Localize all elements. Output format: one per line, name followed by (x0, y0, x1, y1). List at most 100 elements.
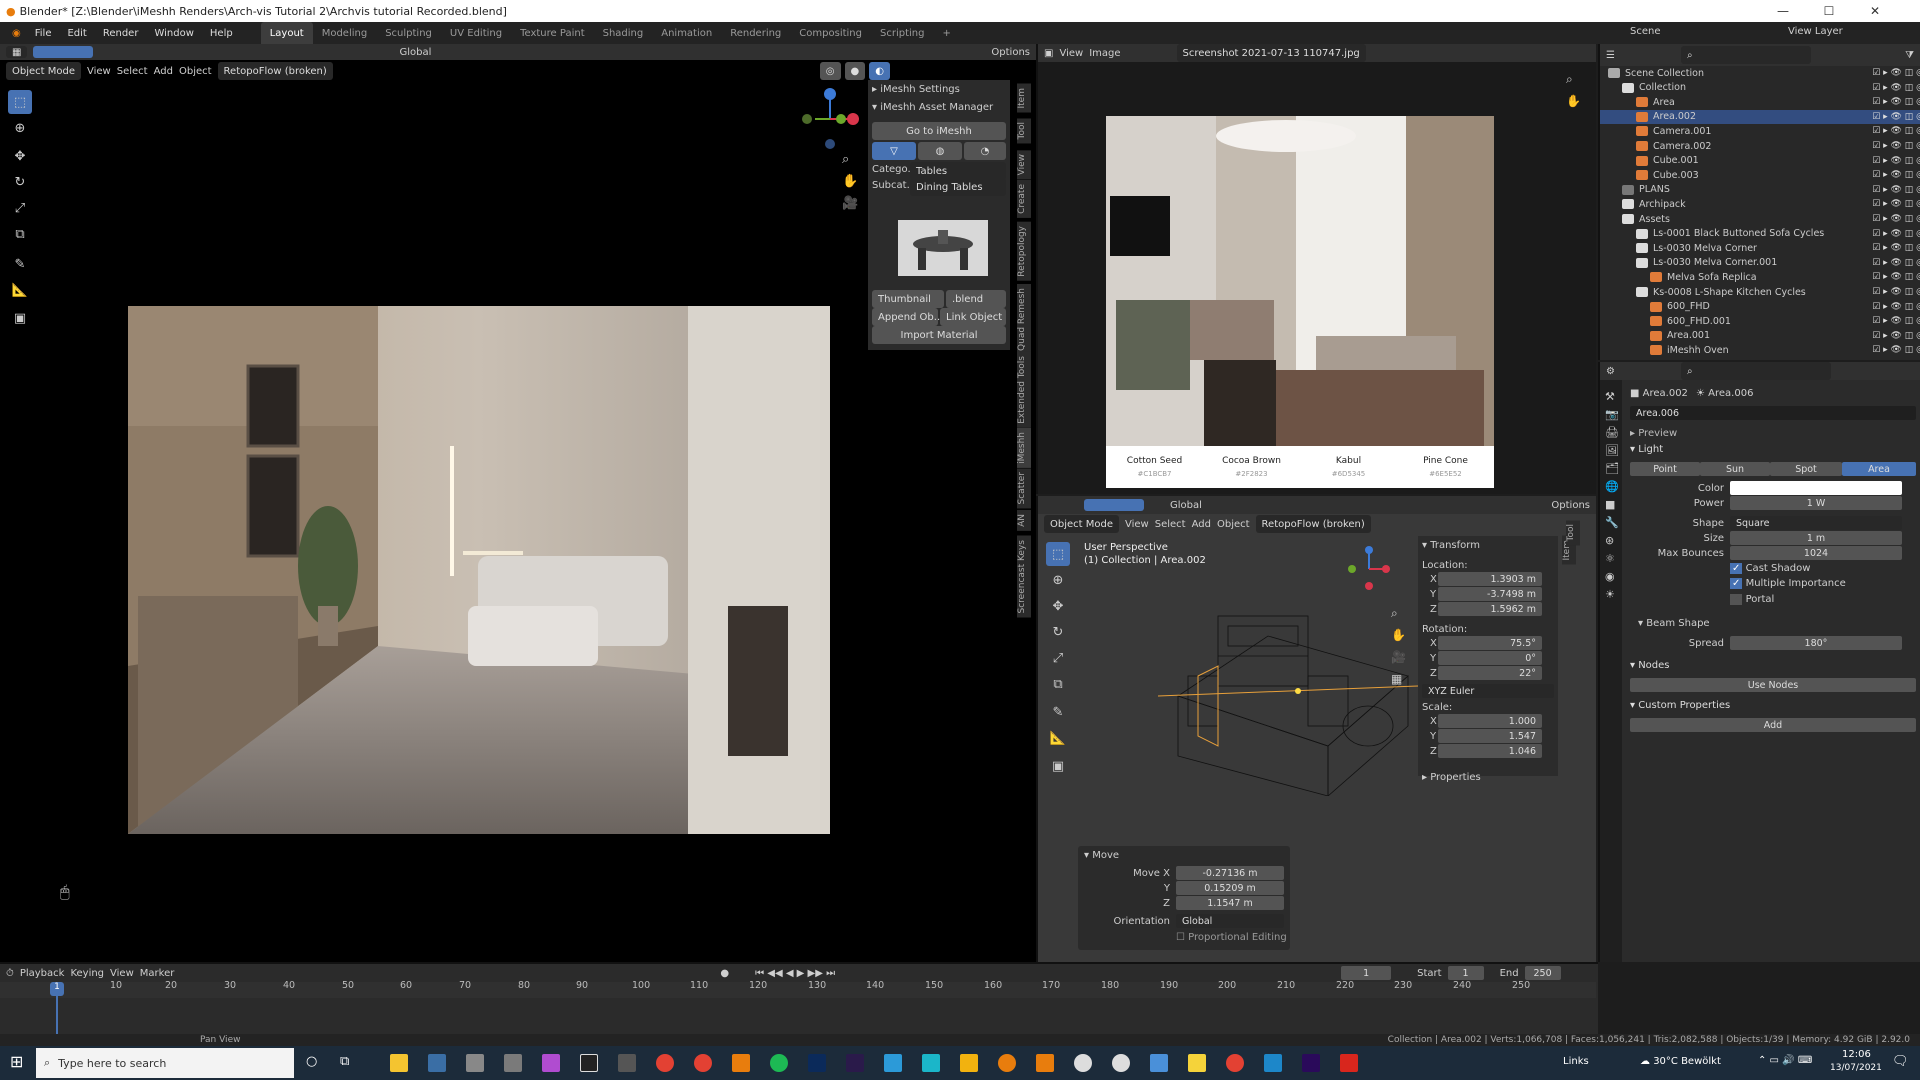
tab-scripting[interactable]: Scripting (871, 22, 933, 44)
move-z-field[interactable]: 1.1547 m (1176, 896, 1284, 910)
scale-z-field[interactable]: 1.046 (1438, 744, 1542, 758)
options-dropdown[interactable]: Options (991, 47, 1030, 58)
cursor-tool-icon[interactable]: ⊕ (1046, 568, 1070, 592)
visibility-toggles[interactable]: ☑ ▸ 👁 ◫ ◎ (1872, 156, 1920, 166)
outliner-row[interactable]: Area.001 ☑ ▸ 👁 ◫ ◎ (1600, 329, 1920, 343)
data-block-field[interactable]: Area.006 (1630, 406, 1916, 420)
outliner-type-icon[interactable]: ☰ (1606, 50, 1615, 61)
light-type-area[interactable]: Area (1842, 462, 1916, 476)
keying-menu[interactable]: Keying (70, 968, 104, 979)
measure-tool-icon[interactable]: 📐 (8, 278, 32, 302)
location-y-field[interactable]: -3.7498 m (1438, 587, 1542, 601)
menu-help[interactable]: Help (202, 28, 241, 39)
tab-imeshh[interactable]: iMeshh (1017, 428, 1031, 468)
proportional-editing-checkbox[interactable]: ☐ Proportional Editing (1176, 932, 1287, 943)
outliner-row[interactable]: Archipack ☑ ▸ 👁 ◫ ◎ (1600, 197, 1920, 211)
app-icon-24[interactable] (1264, 1054, 1282, 1072)
app-icon-6[interactable] (580, 1054, 598, 1072)
location-x-field[interactable]: 1.3903 m (1438, 572, 1542, 586)
record-icon[interactable]: ● (720, 968, 729, 979)
tab-compositing[interactable]: Compositing (790, 22, 871, 44)
link-object-button[interactable]: Link Object (940, 308, 1006, 326)
tab-item[interactable]: Item (1017, 84, 1031, 113)
tab-view[interactable]: View (1017, 150, 1031, 180)
tray-icons[interactable]: ⌃ ▭ 🔊 ⌨ (1758, 1055, 1812, 1066)
scale-y-field[interactable]: 1.547 (1438, 729, 1542, 743)
image-pan-icon[interactable]: ✋ (1566, 94, 1581, 108)
menu-view[interactable]: View (87, 66, 111, 77)
tab-scatter[interactable]: Scatter (1017, 468, 1031, 509)
blender-task-icon[interactable] (732, 1054, 750, 1072)
select-tool-icon[interactable]: ⬚ (1046, 542, 1070, 566)
visibility-toggles[interactable]: ☑ ▸ 👁 ◫ ◎ (1872, 112, 1920, 122)
light-color-swatch[interactable] (1730, 481, 1902, 495)
rotation-x-field[interactable]: 75.5° (1438, 636, 1542, 650)
scene-selector[interactable]: Scene (1630, 26, 1661, 37)
menu-add[interactable]: Add (154, 66, 173, 77)
close-button[interactable]: ✕ (1852, 0, 1898, 22)
move-x-field[interactable]: -0.27136 m (1176, 866, 1284, 880)
outliner-row[interactable]: iMeshh Oven ☑ ▸ 👁 ◫ ◎ (1600, 343, 1920, 356)
blender-menu-icon[interactable]: ◉ (6, 28, 27, 39)
tab-extended-tools[interactable]: Extended Tools (1017, 352, 1031, 428)
tab-retopology[interactable]: Retopology (1017, 222, 1031, 281)
chrome-icon[interactable] (656, 1054, 674, 1072)
outliner-row[interactable]: Cube.001 ☑ ▸ 👁 ◫ ◎ (1600, 154, 1920, 168)
max-bounces-field[interactable]: 1024 (1730, 546, 1902, 560)
select-mode-buttons[interactable] (1084, 499, 1144, 511)
use-nodes-button[interactable]: Use Nodes (1630, 678, 1916, 692)
app-icon-16[interactable] (960, 1054, 978, 1072)
move-y-field[interactable]: 0.15209 m (1176, 881, 1284, 895)
select-tool-icon[interactable]: ⬚ (8, 90, 32, 114)
spotify-icon[interactable] (770, 1054, 788, 1072)
visibility-toggles[interactable]: ☑ ▸ 👁 ◫ ◎ (1872, 316, 1920, 326)
menu-edit[interactable]: Edit (59, 28, 94, 39)
orientation-selector[interactable]: Global (1170, 500, 1202, 511)
model-tab-icon[interactable]: ▽ (872, 142, 916, 160)
hdri-tab-icon[interactable]: ◔ (964, 142, 1006, 160)
outliner-row[interactable]: Collection ☑ ▸ 👁 ◫ ◎ (1600, 81, 1920, 95)
menu-window[interactable]: Window (146, 28, 201, 39)
multiple-importance-checkbox[interactable]: ✓ Multiple Importance (1730, 578, 1846, 589)
menu-object[interactable]: Object (1217, 519, 1250, 530)
zoom-icon[interactable]: ⌕ (1391, 606, 1398, 621)
end-frame-field[interactable]: 250 (1524, 966, 1561, 980)
camera-view-icon[interactable]: 🎥 (1391, 650, 1406, 664)
add-workspace-icon[interactable]: + (933, 22, 959, 44)
shading-solid-icon[interactable]: ● (844, 62, 866, 80)
tab-texture-paint[interactable]: Texture Paint (511, 22, 594, 44)
outliner-row[interactable]: Camera.001 ☑ ▸ 👁 ◫ ◎ (1600, 124, 1920, 138)
notifications-icon[interactable]: 🗨 (1892, 1054, 1909, 1069)
size-field[interactable]: 1 m (1730, 531, 1902, 545)
scale-tool-icon[interactable]: ⤢ (1046, 646, 1070, 670)
shape-dropdown[interactable]: Square (1730, 516, 1902, 530)
select-mode-buttons[interactable] (33, 46, 94, 58)
playhead[interactable]: 1 (50, 982, 64, 996)
add-cube-tool-icon[interactable]: ▣ (8, 306, 32, 330)
object-mode-dropdown[interactable]: Object Mode (1044, 515, 1119, 533)
sticky-notes-icon[interactable] (1188, 1054, 1206, 1072)
visibility-toggles[interactable]: ☑ ▸ 👁 ◫ ◎ (1872, 170, 1920, 180)
clock-time[interactable]: 12:06 (1842, 1049, 1871, 1060)
tab-an[interactable]: AN (1017, 510, 1031, 531)
visibility-toggles[interactable]: ☑ ▸ 👁 ◫ ◎ (1872, 214, 1920, 224)
timeline-type-icon[interactable]: ⏱ (6, 968, 14, 979)
outliner-row[interactable]: Cube.003 ☑ ▸ 👁 ◫ ◎ (1600, 168, 1920, 182)
clock-date[interactable]: 13/07/2021 (1830, 1063, 1882, 1073)
minimize-button[interactable]: — (1760, 0, 1806, 22)
timeline-view-menu[interactable]: View (110, 968, 134, 979)
menu-select[interactable]: Select (1155, 519, 1186, 530)
outliner-row[interactable]: 600_FHD.001 ☑ ▸ 👁 ◫ ◎ (1600, 314, 1920, 328)
visibility-toggles[interactable]: ☑ ▸ 👁 ◫ ◎ (1872, 243, 1920, 253)
move-tool-icon[interactable]: ✥ (1046, 594, 1070, 618)
navigation-gizmo[interactable] (795, 84, 865, 154)
taskbar-search-box[interactable]: ⌕ Type here to search (36, 1048, 294, 1078)
visibility-toggles[interactable]: ☑ ▸ 👁 ◫ ◎ (1872, 229, 1920, 239)
properties-search-field[interactable]: ⌕ (1680, 362, 1831, 380)
material-tab-icon[interactable]: ◍ (918, 142, 962, 160)
start-frame-field[interactable]: 1 (1447, 966, 1484, 980)
add-property-button[interactable]: Add (1630, 718, 1916, 732)
property-tabs-icons[interactable]: ⚒ 📷 🖨 🖼 🗂 🌐 ■ 🔧 ⊛ ⚛ ◉ ☀ (1600, 380, 1622, 612)
preview-section[interactable]: ▸ Preview (1630, 428, 1677, 439)
menu-select[interactable]: Select (117, 66, 148, 77)
